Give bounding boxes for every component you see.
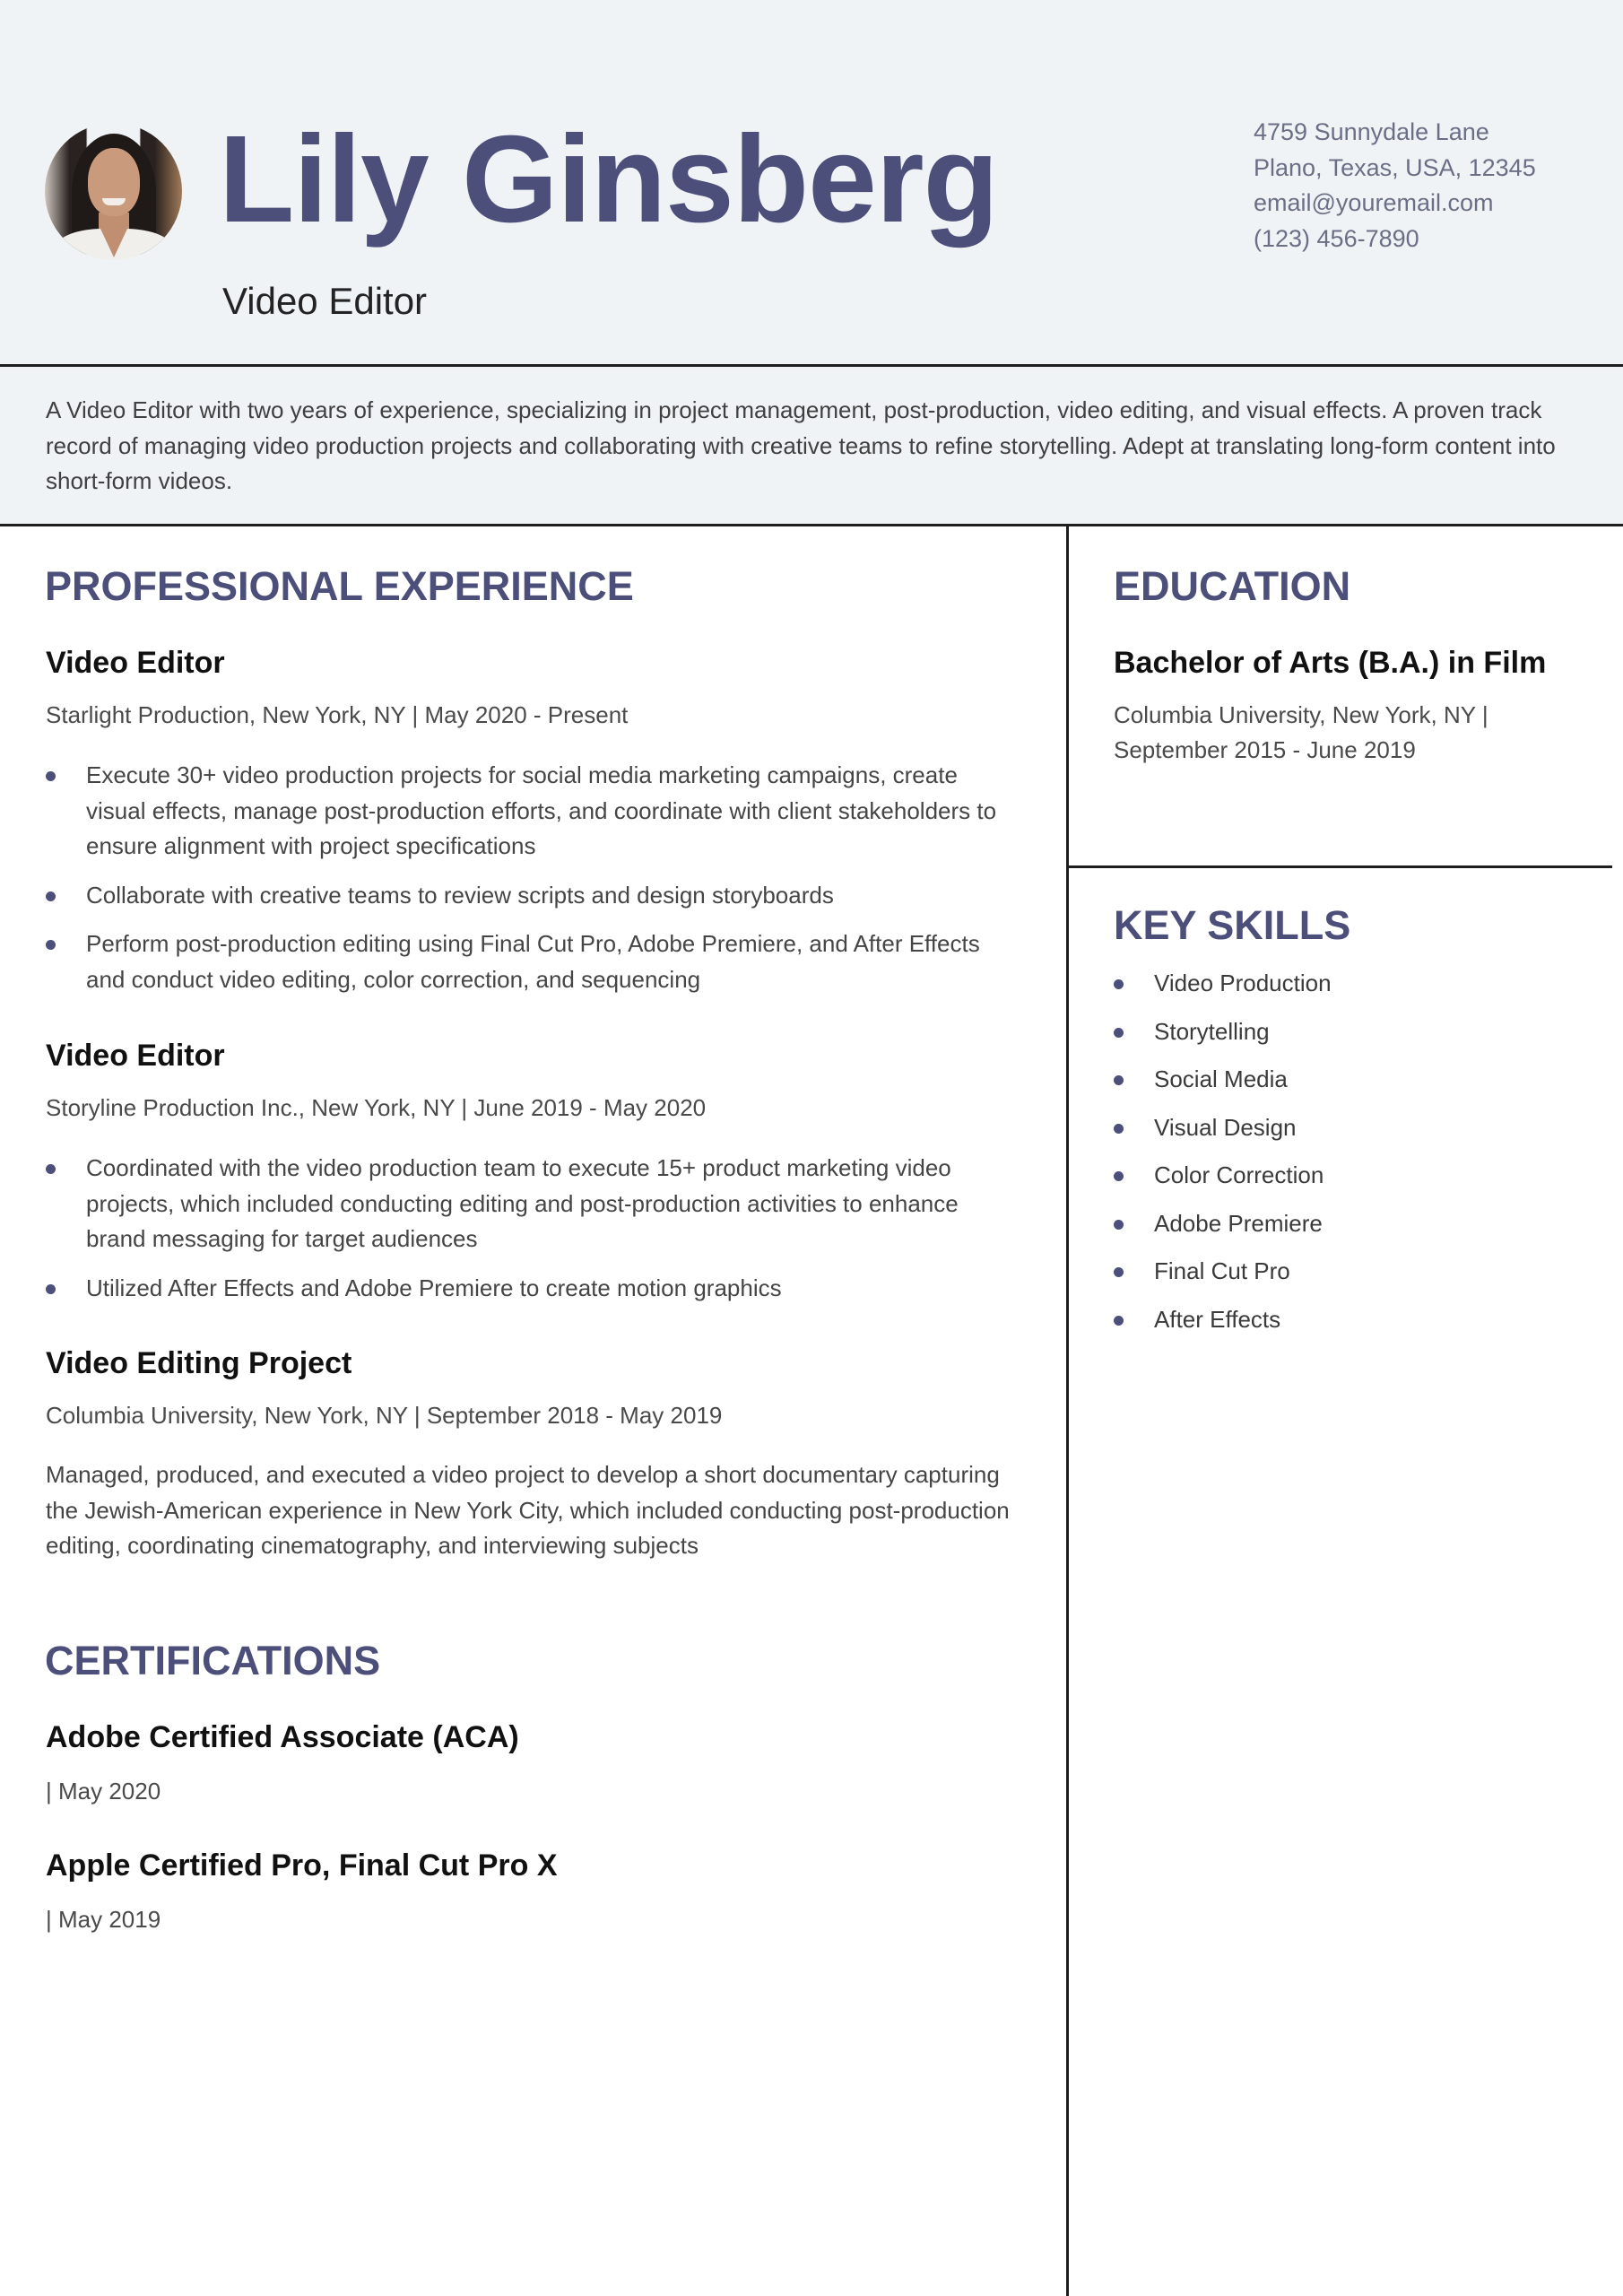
skill-item: Adobe Premiere [1114, 1200, 1332, 1248]
education-heading: EDUCATION [1114, 563, 1351, 609]
contact-address-line2: Plano, Texas, USA, 12345 [1254, 153, 1536, 181]
job-bullet: Collaborate with creative teams to revie… [46, 878, 1014, 914]
bullet-dot-icon [46, 1164, 56, 1174]
project-title: Video Editing Project [46, 1346, 352, 1380]
bullet-dot-icon [1114, 1171, 1124, 1181]
job-title: Video Editor [46, 1039, 225, 1073]
skill-item: Color Correction [1114, 1152, 1332, 1200]
photo-smile [102, 198, 126, 205]
contact-address-line1: 4759 Sunnydale Lane [1254, 118, 1489, 145]
skill-item: Social Media [1114, 1056, 1332, 1104]
certification-title: Adobe Certified Associate (ACA) [46, 1720, 519, 1754]
bullet-dot-icon [46, 940, 56, 950]
bullet-dot-icon [1114, 1267, 1124, 1277]
summary-divider [0, 524, 1623, 526]
profile-photo [45, 123, 182, 260]
job-bullet: Coordinated with the video production te… [46, 1151, 996, 1257]
job-bullet: Perform post-production editing using Fi… [46, 926, 1014, 997]
photo-vneck [100, 229, 127, 257]
education-divider [1068, 865, 1612, 868]
bullet-dot-icon [1114, 1315, 1124, 1326]
bullet-dot-icon [1114, 1027, 1124, 1038]
skill-item: Visual Design [1114, 1104, 1332, 1152]
column-divider [1066, 526, 1069, 2296]
job-bullet: Execute 30+ video production projects fo… [46, 758, 1014, 865]
contact-block: 4759 Sunnydale Lane Plano, Texas, USA, 1… [1254, 115, 1536, 257]
contact-phone[interactable]: (123) 456-7890 [1254, 222, 1536, 257]
job-title: Video Editor [46, 646, 225, 680]
education-dates: September 2015 - June 2019 [1114, 736, 1416, 763]
candidate-role: Video Editor [222, 280, 428, 322]
education-school: Columbia University, New York, NY | [1114, 701, 1488, 728]
certifications-heading: CERTIFICATIONS [45, 1638, 381, 1683]
skill-item: Final Cut Pro [1114, 1248, 1332, 1296]
project-meta: Columbia University, New York, NY | Sept… [46, 1402, 723, 1429]
summary-text: A Video Editor with two years of experie… [46, 396, 1556, 494]
bullet-dot-icon [1114, 979, 1124, 989]
certification-date: | May 2020 [46, 1778, 161, 1805]
experience-heading: PROFESSIONAL EXPERIENCE [45, 563, 634, 609]
bullet-dot-icon [46, 771, 56, 781]
skill-item: Video Production [1114, 960, 1332, 1008]
candidate-name: Lily Ginsberg [219, 110, 999, 248]
certification-date: | May 2019 [46, 1906, 161, 1933]
bullet-dot-icon [1114, 1123, 1124, 1134]
photo-face [88, 148, 140, 216]
project-description: Managed, produced, and executed a video … [46, 1461, 1010, 1559]
job-meta: Starlight Production, New York, NY | May… [46, 701, 629, 728]
job-bullets: Execute 30+ video production projects fo… [46, 758, 1014, 1011]
job-bullet: Utilized After Effects and Adobe Premier… [46, 1271, 996, 1307]
job-bullets: Coordinated with the video production te… [46, 1151, 996, 1319]
certification-title: Apple Certified Pro, Final Cut Pro X [46, 1848, 558, 1883]
bullet-dot-icon [1114, 1075, 1124, 1085]
skill-item: After Effects [1114, 1296, 1332, 1344]
skill-item: Storytelling [1114, 1008, 1332, 1057]
contact-email[interactable]: email@youremail.com [1254, 186, 1536, 222]
degree-title: Bachelor of Arts (B.A.) in Film [1114, 646, 1547, 680]
bullet-dot-icon [46, 891, 56, 901]
bullet-dot-icon [46, 1283, 56, 1294]
bullet-dot-icon [1114, 1219, 1124, 1230]
skills-list: Video Production Storytelling Social Med… [1114, 960, 1332, 1344]
skills-heading: KEY SKILLS [1114, 902, 1351, 948]
job-meta: Storyline Production Inc., New York, NY … [46, 1094, 707, 1121]
